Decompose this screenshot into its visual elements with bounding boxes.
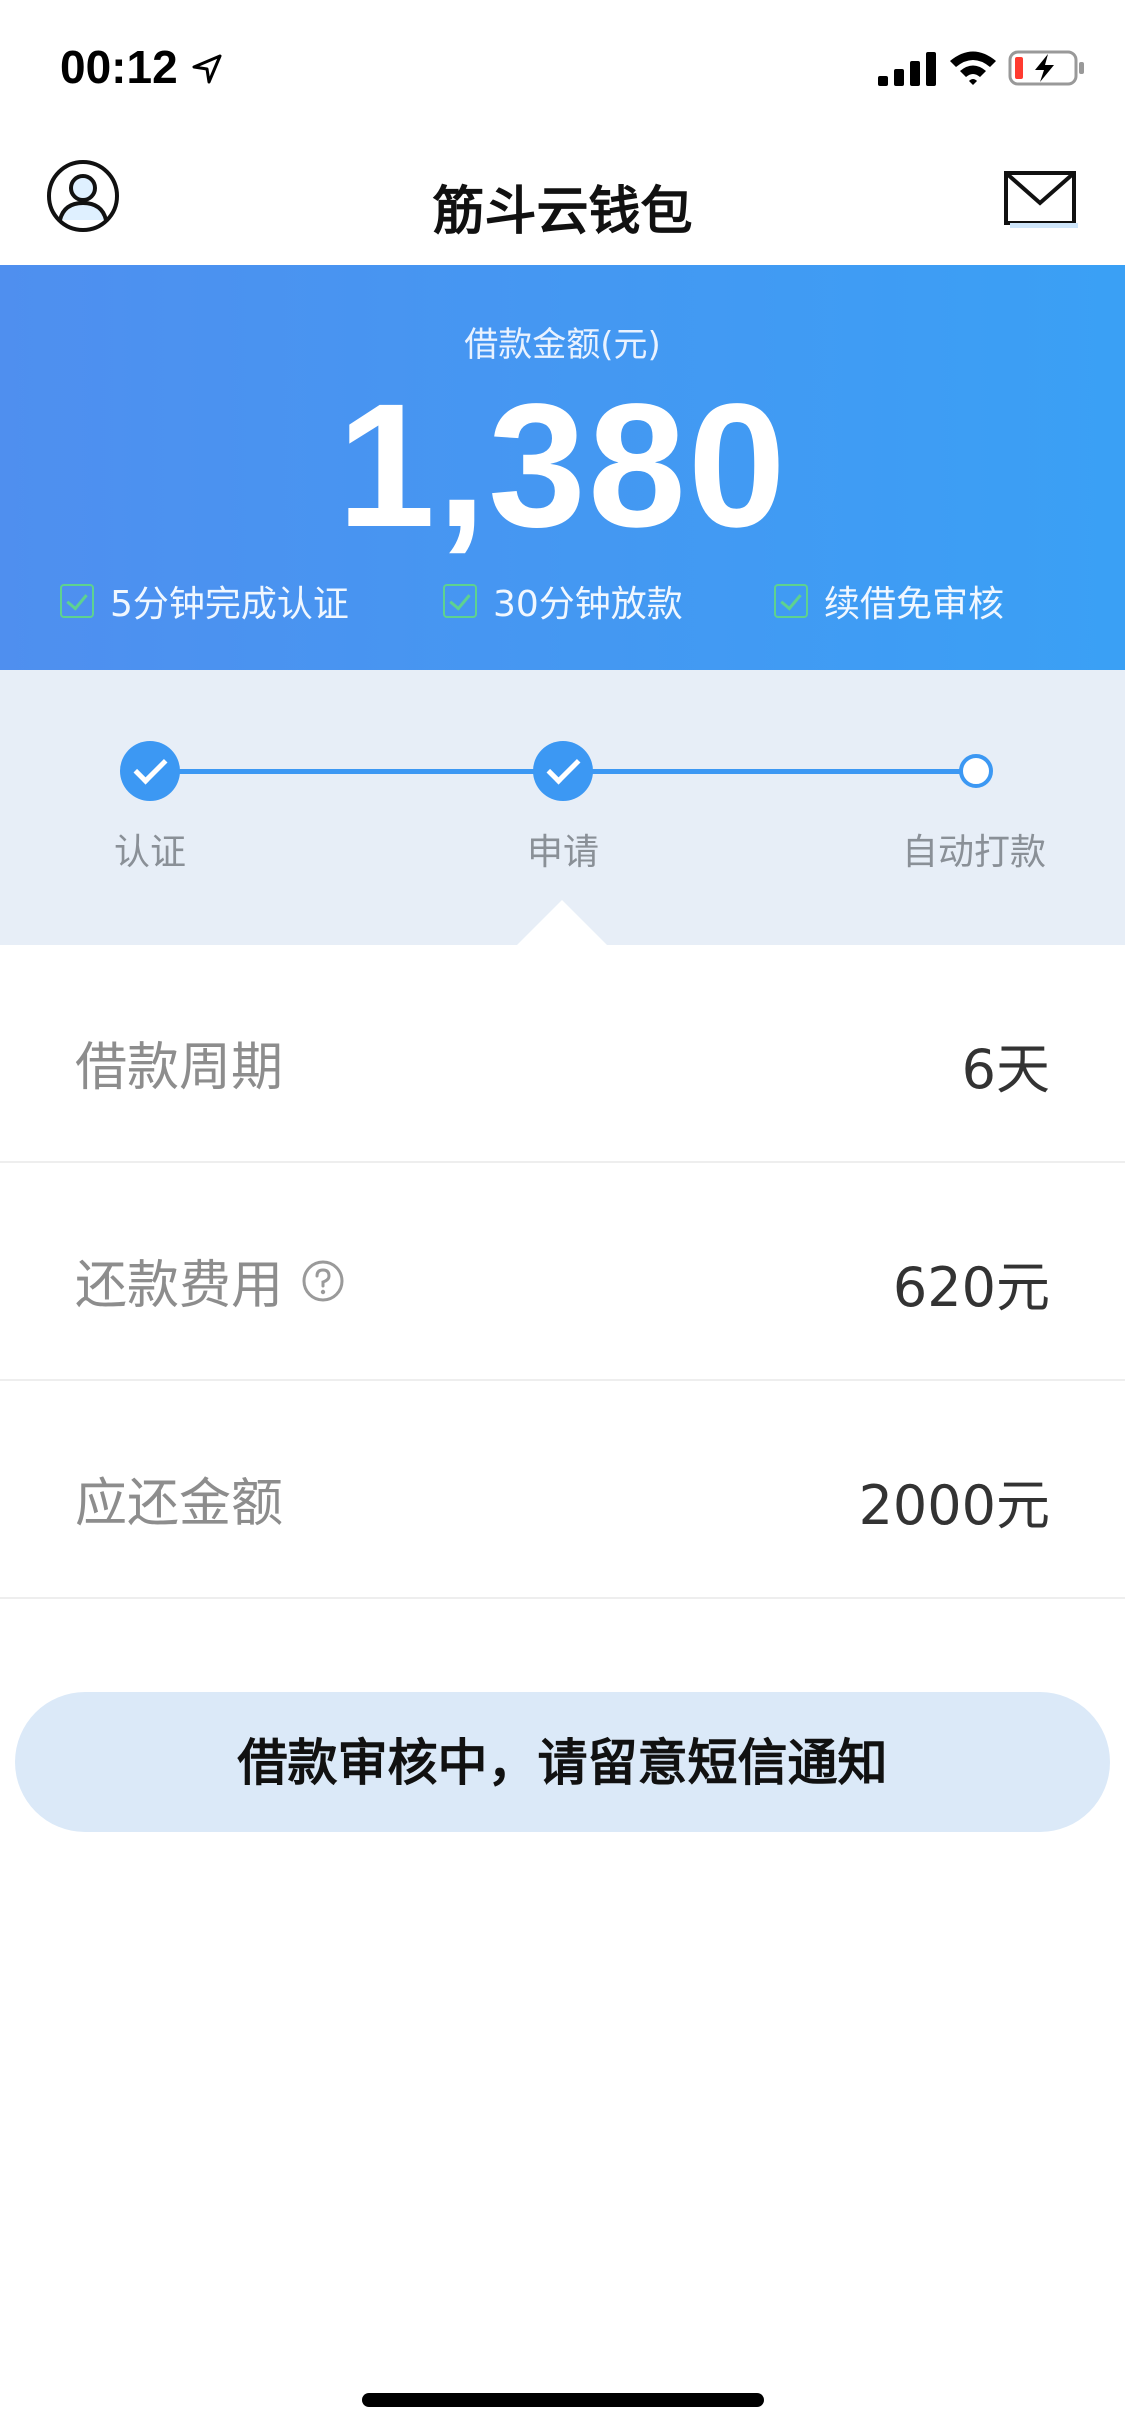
loan-status-button[interactable]: 借款审核中，请留意短信通知	[15, 1692, 1110, 1832]
feature-label: 30分钟放款	[493, 584, 683, 625]
step-pending-icon	[959, 754, 993, 788]
detail-label: 还款费用	[75, 1243, 345, 1318]
wifi-icon	[950, 51, 996, 85]
detail-row-fee: 还款费用 620元	[0, 1163, 1125, 1381]
step-check-icon	[120, 741, 180, 801]
location-arrow-icon	[192, 54, 222, 84]
checkbox-checked-icon	[774, 584, 808, 618]
active-step-pointer	[517, 900, 607, 945]
detail-row-period: 借款周期 6天	[0, 945, 1125, 1163]
feature-list: 5分钟完成认证 30分钟放款 续借免审核	[0, 575, 1125, 625]
step-label: 申请	[526, 832, 599, 873]
status-bar: 00:12	[0, 0, 1125, 135]
status-time: 00:12	[60, 41, 178, 93]
detail-value: 6天	[961, 1038, 1050, 1101]
loan-amount-value: 1,380	[337, 368, 788, 564]
feature-item: 续借免审核	[774, 575, 1004, 627]
detail-label-text: 应还金额	[75, 1474, 284, 1534]
progress-steps: 认证 申请 自动打款	[0, 670, 1125, 945]
feature-label: 续借免审核	[824, 584, 1005, 625]
detail-label: 应还金额	[75, 1461, 283, 1536]
nav-bar: 筋斗云钱包	[0, 135, 1125, 265]
step-connector	[564, 769, 974, 774]
feature-item: 30分钟放款	[443, 575, 683, 627]
loan-details: 借款周期 6天 还款费用 620元 应还金额 2000元	[0, 945, 1125, 1599]
mail-icon[interactable]	[1002, 165, 1080, 229]
battery-charging-icon	[1008, 50, 1084, 86]
feature-label: 5分钟完成认证	[110, 584, 349, 625]
checkbox-checked-icon	[60, 584, 94, 618]
detail-row-total: 应还金额 2000元	[0, 1381, 1125, 1599]
loan-amount-banner: 借款金额(元) 1,380 5分钟完成认证 30分钟放款 续借免审核	[0, 265, 1125, 670]
step-check-icon	[533, 741, 593, 801]
detail-label-text: 还款费用	[75, 1256, 284, 1316]
step-connector	[150, 769, 564, 774]
step-label: 认证	[113, 832, 186, 873]
step-label: 自动打款	[901, 832, 1046, 873]
help-question-icon[interactable]	[301, 1259, 345, 1303]
detail-value: 620元	[892, 1256, 1050, 1319]
home-indicator[interactable]	[362, 2393, 764, 2407]
loan-amount-label: 借款金额(元)	[464, 325, 661, 365]
page-title: 筋斗云钱包	[432, 182, 693, 242]
detail-value: 2000元	[858, 1474, 1050, 1537]
detail-label: 借款周期	[75, 1025, 283, 1100]
detail-label-text: 借款周期	[75, 1038, 284, 1098]
checkbox-checked-icon	[443, 584, 477, 618]
feature-item: 5分钟完成认证	[60, 575, 349, 627]
cellular-signal-icon	[878, 52, 936, 86]
